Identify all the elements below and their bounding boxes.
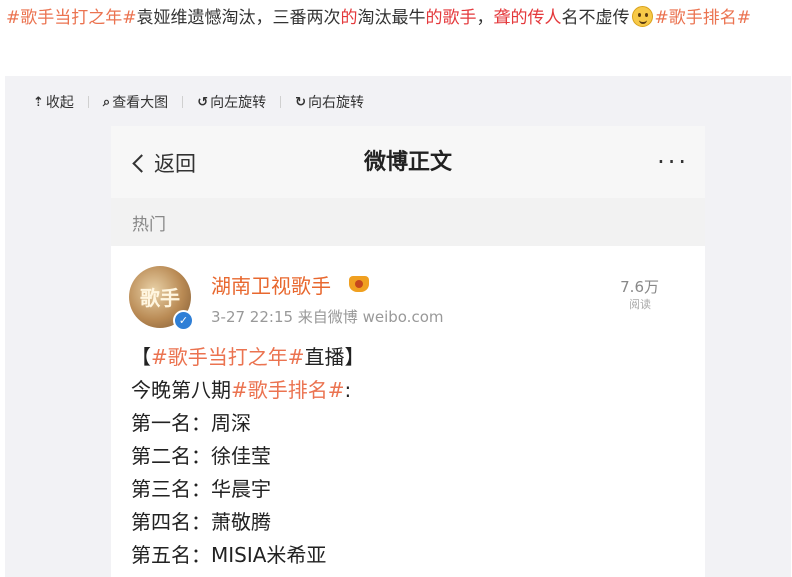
toolbar-divider: [87, 96, 89, 108]
content-line: 今晚第八期#歌手排名#:: [131, 374, 691, 407]
embedded-screenshot: 返回 微博正文 ··· 热门 歌手 ✓ 湖南卫视歌手 3-27 22:15 来自…: [111, 126, 705, 577]
verified-badge-icon: ✓: [173, 310, 194, 331]
content-text: :: [344, 378, 352, 402]
magnifier-icon: ⌕: [102, 94, 111, 110]
post-text-segment: 名不虚传: [561, 8, 630, 28]
highlight-text: 聋的传人: [493, 8, 562, 28]
content-text: 直播】: [304, 345, 365, 369]
avatar-text: 歌手: [140, 286, 180, 310]
rotate-right-label: 向右旋转: [308, 95, 364, 111]
post-text: #歌手当打之年#袁娅维遗憾淘汰，三番两次的淘汰最牛的歌手，聋的传人名不虚传 #歌手…: [6, 2, 788, 35]
content-line: 【#歌手当打之年#直播】: [131, 341, 691, 374]
post-text-segment: 淘汰最牛: [357, 8, 426, 28]
more-options-icon[interactable]: ···: [657, 150, 689, 174]
image-toolbar: ⇡ 收起 ⌕ 查看大图 ↺ 向左旋转 ↻ 向右旋转: [33, 92, 364, 112]
post-text-segment: ，: [476, 8, 494, 28]
highlight-text: 的歌手: [425, 8, 477, 28]
phone-nav-bar: 返回 微博正文 ···: [111, 126, 705, 198]
collapse-arrow-icon: ⇡: [33, 94, 44, 110]
user-name[interactable]: 湖南卫视歌手: [211, 270, 331, 299]
post-content: 【#歌手当打之年#直播】 今晚第八期#歌手排名#: 第一名：周深 第二名：徐佳莹…: [131, 341, 691, 572]
rotate-left-icon: ↺: [197, 94, 209, 110]
post-text-segment: 袁娅维遗憾淘汰，三番两次: [136, 8, 341, 28]
hashtag-link[interactable]: #歌手当打之年#: [151, 345, 305, 369]
collapse-label: 收起: [45, 95, 74, 111]
read-count-label: 阅读: [629, 298, 651, 311]
collapse-button[interactable]: ⇡ 收起: [33, 92, 74, 112]
weibo-post-card: 歌手 ✓ 湖南卫视歌手 3-27 22:15 来自微博 weibo.com 7.…: [111, 246, 705, 577]
rank-line: 第四名：萧敬腾: [131, 510, 271, 534]
view-large-button[interactable]: ⌕ 查看大图: [103, 92, 168, 112]
rank-line: 第三名：华晨宇: [131, 477, 271, 501]
crown-icon: [349, 276, 369, 292]
rotate-left-button[interactable]: ↺ 向左旋转: [197, 92, 266, 112]
content-text: 【: [131, 345, 151, 369]
rank-line: 第一名：周深: [131, 411, 251, 435]
read-count: 7.6万: [620, 278, 659, 296]
grin-emoji-icon: [631, 6, 653, 27]
hashtag-link[interactable]: #歌手排名#: [231, 378, 345, 402]
section-header: 热门: [111, 198, 705, 246]
hashtag-link[interactable]: #歌手当打之年#: [6, 8, 137, 28]
view-large-label: 查看大图: [112, 95, 169, 111]
highlight-text: 的: [340, 8, 358, 28]
image-viewer: ⇡ 收起 ⌕ 查看大图 ↺ 向左旋转 ↻ 向右旋转 返回 微博正文 ··· 热门…: [5, 76, 791, 577]
content-text: 今晚第八期: [131, 378, 231, 402]
section-label: 热门: [132, 215, 166, 235]
page-title: 微博正文: [363, 150, 452, 175]
toolbar-divider: [182, 96, 184, 108]
rotate-right-button[interactable]: ↻ 向右旋转: [295, 92, 364, 112]
hashtag-link[interactable]: #歌手排名#: [655, 8, 752, 28]
rank-line: 第五名：MISIA米希亚: [131, 543, 327, 567]
post-meta: 3-27 22:15 来自微博 weibo.com: [211, 308, 444, 326]
rank-line: 第二名：徐佳莹: [131, 444, 271, 468]
rotate-left-label: 向左旋转: [210, 95, 267, 111]
rotate-right-icon: ↻: [295, 94, 306, 110]
toolbar-divider: [280, 96, 282, 108]
